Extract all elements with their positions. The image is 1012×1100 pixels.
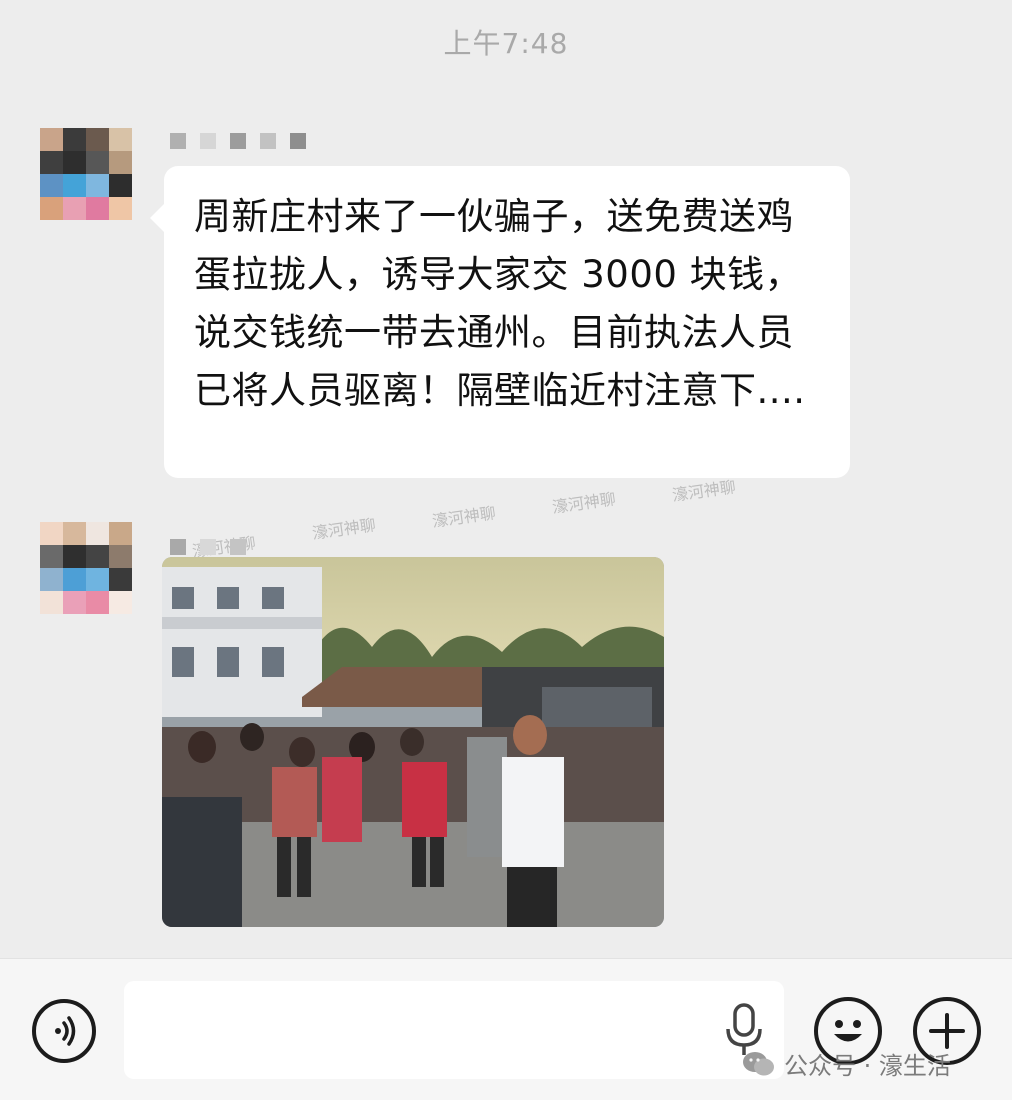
wechat-brand-watermark: 公众号 · 濠生活: [742, 1046, 951, 1081]
watermark-text: 濠河神聊: [550, 489, 617, 517]
voice-icon: [55, 1016, 76, 1046]
voice-button[interactable]: [32, 999, 96, 1063]
chat-area: 上午7:48 周新庄村来了一伙骗子，送免费送鸡蛋拉拢人，诱导大家交 3000 块…: [0, 0, 1012, 958]
sender-name-pixelated: [170, 132, 306, 150]
wechat-icon: [743, 1051, 774, 1075]
watermark-text: 濠河神聊: [430, 503, 497, 531]
crowd-photo-illustration: [162, 557, 664, 927]
avatar[interactable]: [40, 522, 132, 614]
brand-label: 公众号 · 濠生活: [784, 1052, 951, 1080]
avatar[interactable]: [40, 128, 132, 220]
sender-name-pixelated: [170, 538, 246, 556]
message-image[interactable]: [162, 557, 664, 927]
message-timestamp: 上午7:48: [443, 27, 569, 60]
message-input[interactable]: [124, 981, 784, 1079]
message-bubble[interactable]: 周新庄村来了一伙骗子，送免费送鸡蛋拉拢人，诱导大家交 3000 块钱，说交钱统一…: [150, 166, 850, 478]
message-text: 周新庄村来了一伙骗子，送免费送鸡蛋拉拢人，诱导大家交 3000 块钱，说交钱统一…: [194, 195, 806, 412]
watermark-text: 濠河神聊: [310, 515, 377, 543]
watermark-text: 濠河神聊: [670, 477, 737, 505]
